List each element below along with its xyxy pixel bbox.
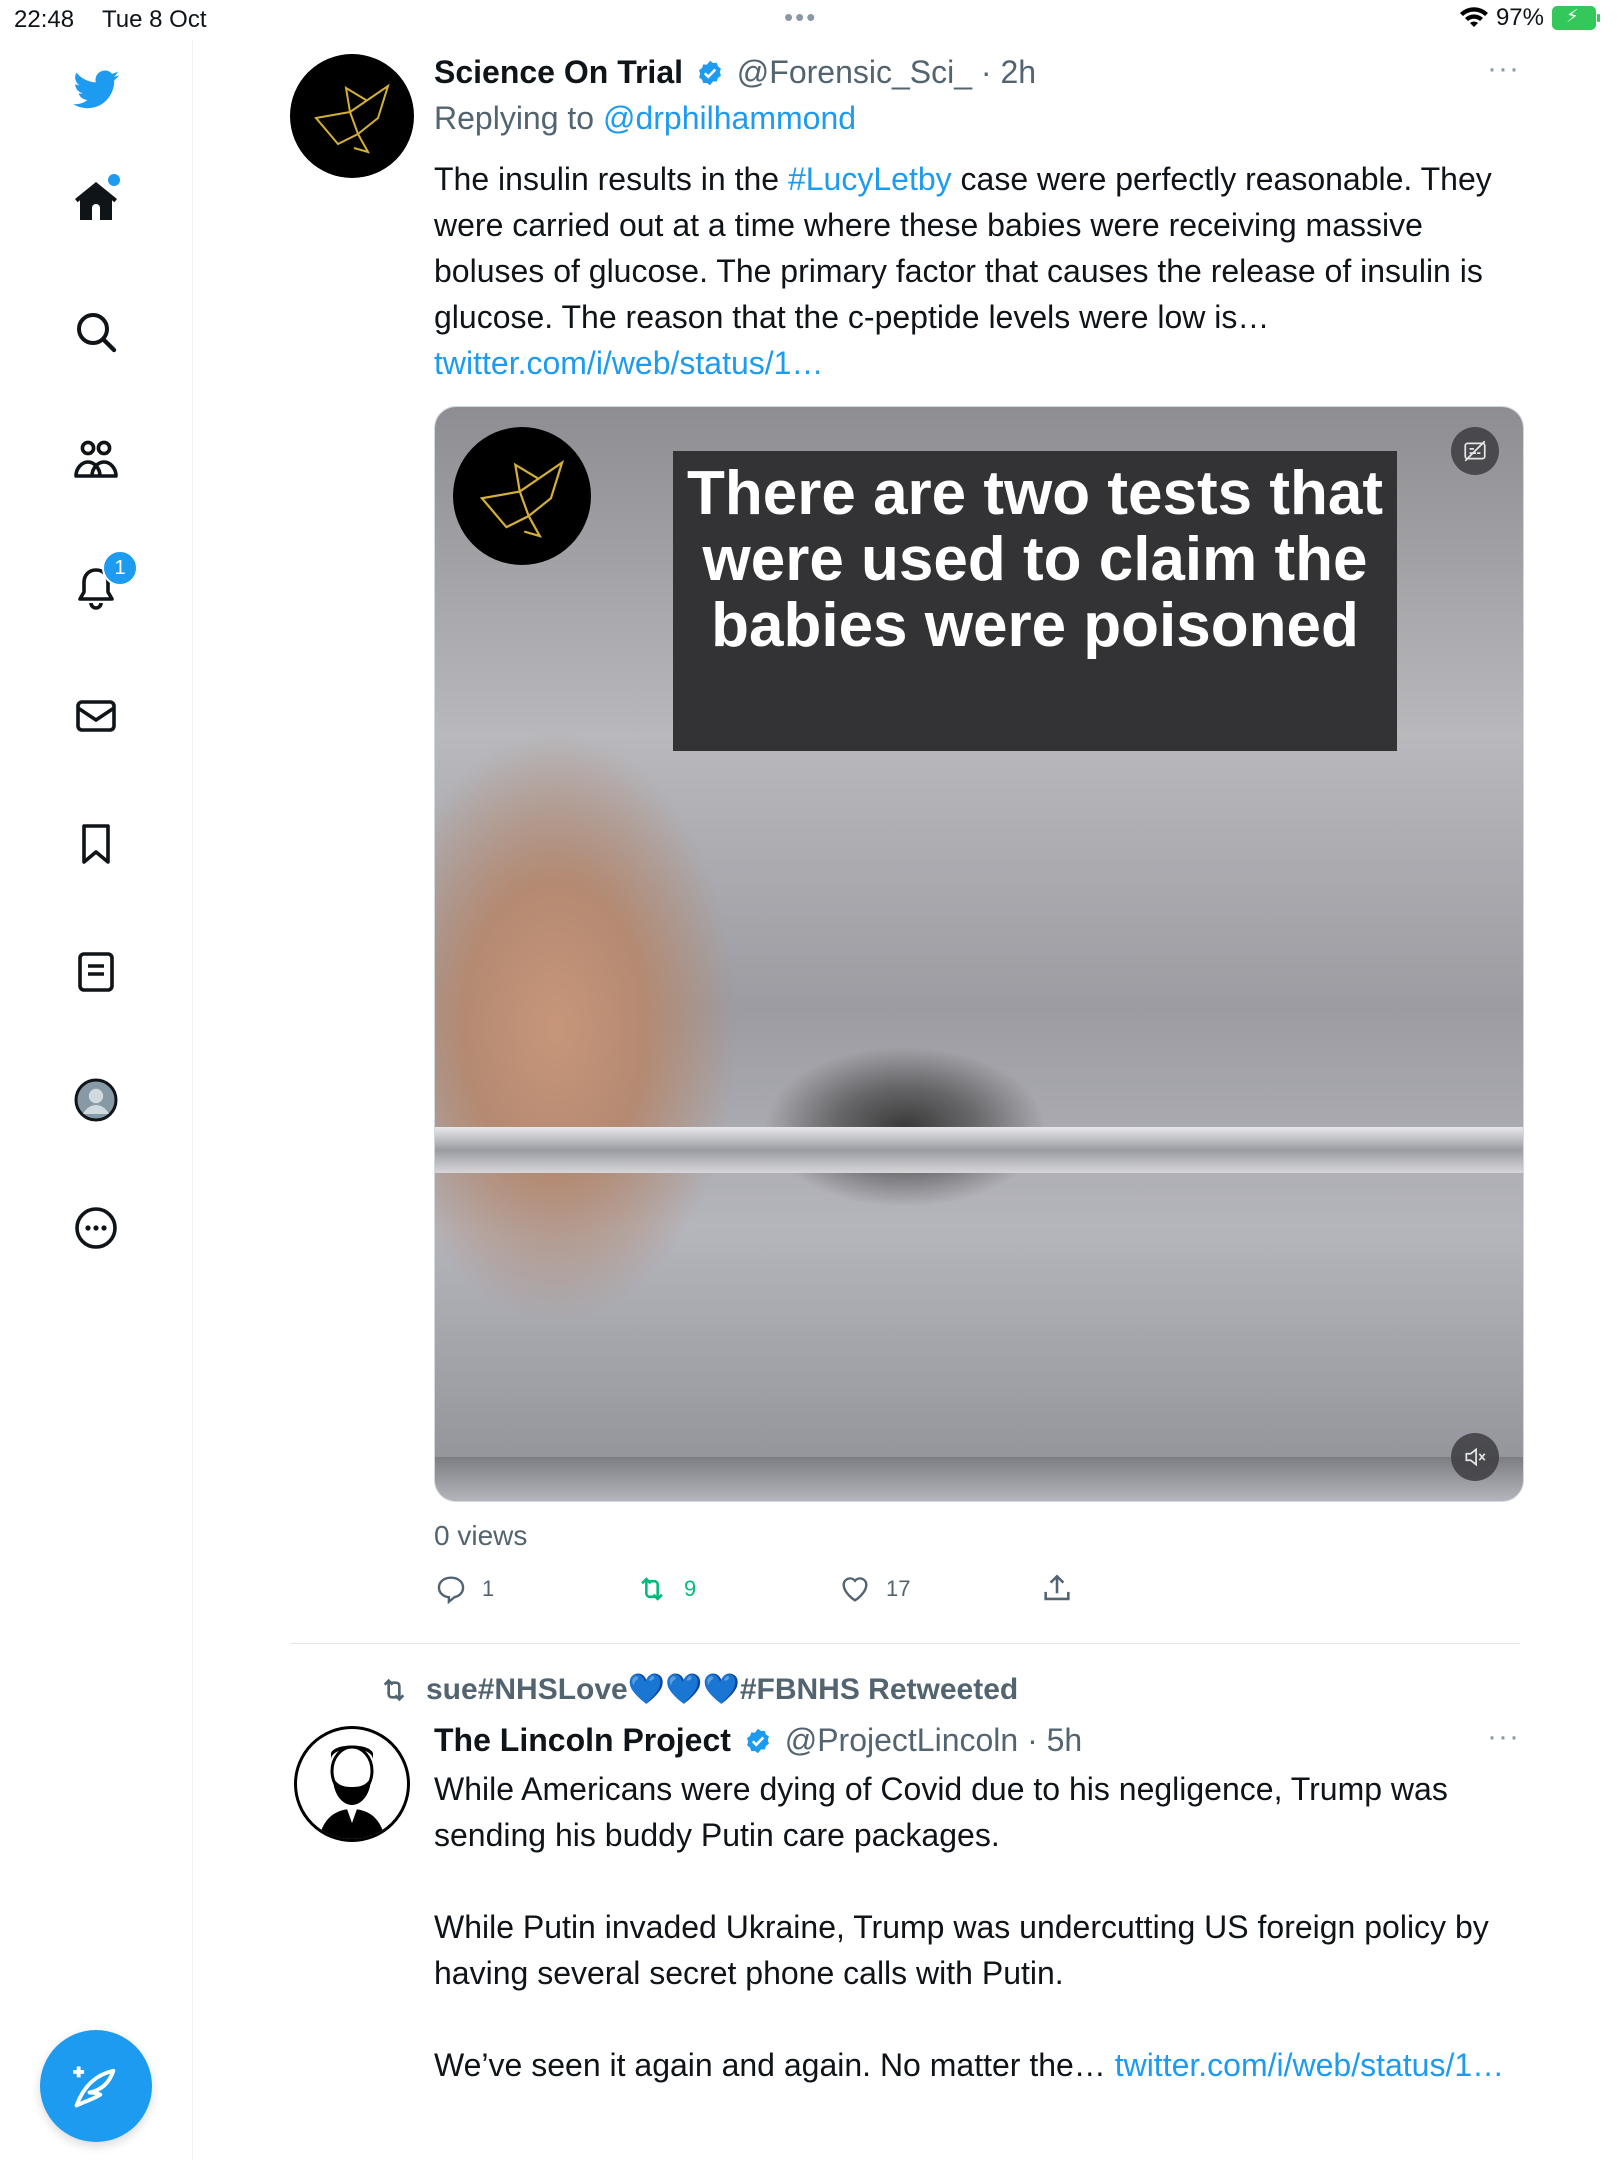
volume-muted-icon [1465, 1447, 1486, 1467]
wifi-icon [1459, 7, 1488, 27]
more-circle-icon [75, 1207, 117, 1249]
share-button[interactable] [1040, 1572, 1074, 1606]
nav-home[interactable] [68, 174, 124, 230]
tweet-lincoln-project[interactable]: The Lincoln Project @ProjectLincoln · 5h… [290, 1720, 1520, 2162]
captions-off-icon [1464, 440, 1486, 462]
origami-bird-logo-icon [314, 83, 390, 154]
blue-hearts: 💙💙💙 [627, 1673, 740, 1706]
reply-icon [437, 1576, 465, 1605]
nav-communities[interactable] [68, 432, 124, 488]
text-part: We’ve seen it again and again. No matter… [434, 2047, 1115, 2083]
tweet-science-on-trial[interactable]: Science On Trial @Forensic_Sci_ · 2h ···… [290, 52, 1524, 1634]
like-button[interactable]: 17 [838, 1572, 910, 1606]
retweet-icon [641, 1577, 663, 1601]
hashtag-link[interactable]: #LucyLetby [788, 161, 952, 197]
tweet-url-link[interactable]: twitter.com/i/web/status/1… [1115, 2047, 1504, 2083]
tweet-text: While Americans were dying of Covid due … [434, 1766, 1524, 2088]
battery-percent: 97% [1495, 4, 1544, 31]
nav-profile[interactable] [68, 1072, 124, 1128]
tweet-text: The insulin results in the #LucyLetby ca… [434, 156, 1524, 386]
retweet-count: 9 [684, 1576, 697, 1601]
reply-count: 1 [482, 1576, 495, 1601]
share-icon [1044, 1574, 1070, 1601]
tweet-time[interactable]: · 2h [981, 54, 1036, 90]
search-icon [77, 313, 117, 353]
video-player[interactable]: There are two tests that were used to cl… [434, 406, 1524, 1502]
verified-badge-icon [746, 1728, 769, 1754]
video-logo-overlay [453, 427, 591, 565]
status-time: 22:48 [14, 6, 75, 33]
mute-button[interactable] [1451, 1433, 1499, 1481]
tweet-header: Science On Trial @Forensic_Sci_ · 2h [434, 54, 1036, 91]
sidebar-nav: 1 [0, 40, 193, 2160]
tweet-url-link[interactable]: twitter.com/i/web/status/1… [434, 345, 823, 381]
replying-handle-link[interactable]: @drphilhammond [603, 100, 856, 136]
battery-icon: ⚡ [1552, 6, 1600, 30]
reply-button[interactable]: 1 [434, 1572, 494, 1606]
nav-lists[interactable] [68, 944, 124, 1000]
nav-bookmarks[interactable] [68, 816, 124, 872]
multitasking-dots[interactable]: ••• [784, 2, 817, 33]
tweet-divider [290, 1643, 1520, 1644]
video-rail [435, 1127, 1523, 1173]
text-part: The insulin results in the [434, 161, 788, 197]
view-count: 0 views [434, 1520, 528, 1551]
video-caption: There are two tests that were used to cl… [673, 451, 1397, 751]
avatar[interactable] [294, 1726, 410, 1842]
replying-to: Replying to @drphilhammond [434, 100, 856, 137]
tweet-actions: 1 9 17 [434, 1572, 1094, 1612]
compose-tweet-button[interactable] [40, 2030, 152, 2142]
avatar[interactable] [290, 54, 414, 178]
tweet-paragraph: While Americans were dying of Covid due … [434, 1771, 1448, 1853]
lincoln-portrait-icon [319, 1745, 385, 1839]
display-name[interactable]: Science On Trial [434, 54, 683, 90]
notification-badge: 1 [102, 550, 138, 586]
tweet-time[interactable]: · 5h [1027, 1722, 1082, 1758]
more-options-icon[interactable]: ··· [1487, 52, 1520, 86]
user-handle[interactable]: @Forensic_Sci_ [737, 54, 972, 90]
twitter-logo-icon[interactable] [68, 62, 124, 118]
home-new-dot [108, 174, 120, 186]
compose-feather-icon [73, 2066, 116, 2108]
status-bar: 22:48 Tue 8 Oct ••• 97% ⚡ [0, 0, 1620, 40]
user-handle[interactable]: @ProjectLincoln [785, 1722, 1018, 1758]
status-right: 97% ⚡ [1459, 4, 1600, 32]
nav-notifications[interactable]: 1 [68, 550, 138, 616]
tweet-paragraph: While Putin invaded Ukraine, Trump was u… [434, 1909, 1489, 1991]
tweet-header: The Lincoln Project @ProjectLincoln · 5h [434, 1722, 1082, 1759]
mail-icon [76, 700, 116, 732]
nav-more[interactable] [68, 1200, 124, 1256]
heart-icon [842, 1577, 868, 1602]
display-name[interactable]: The Lincoln Project [434, 1722, 731, 1758]
like-count: 17 [886, 1576, 911, 1601]
retweet-button[interactable]: 9 [634, 1572, 696, 1606]
nav-messages[interactable] [68, 688, 124, 744]
list-icon [78, 952, 114, 992]
retweeted-suffix: #FBNHS Retweeted [739, 1673, 1019, 1706]
bookmark-icon [82, 824, 110, 864]
retweet-icon [383, 1678, 405, 1701]
profile-avatar-icon [74, 1078, 118, 1122]
replying-prefix: Replying to [434, 100, 595, 136]
communities-icon [74, 440, 118, 478]
status-date: Tue 8 Oct [102, 6, 207, 33]
nav-search[interactable] [68, 304, 124, 360]
more-options-icon[interactable]: ··· [1487, 1720, 1520, 1754]
captions-toggle-button[interactable] [1451, 427, 1499, 475]
retweeter-name: sue#NHSLove [426, 1673, 628, 1706]
tweet-paragraph: We’ve seen it again and again. No matter… [434, 2042, 1524, 2088]
verified-badge-icon [698, 60, 721, 86]
video-rail [435, 1457, 1523, 1501]
origami-bird-logo-icon [479, 459, 565, 538]
retweeted-by[interactable]: sue#NHSLove💙💙💙#FBNHS Retweeted [376, 1672, 1018, 1707]
